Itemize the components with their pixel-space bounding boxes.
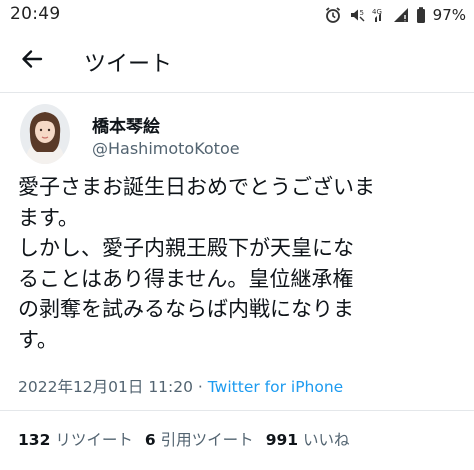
- mute-vibrate-icon: 5: [348, 6, 366, 24]
- arrow-left-icon: [21, 49, 43, 73]
- header-divider: [0, 92, 474, 93]
- tweet-text-line: ます。: [18, 205, 79, 230]
- likes-label: いいね: [303, 431, 350, 449]
- quote-tweets-label: 引用ツイート: [160, 431, 254, 449]
- tweet-source-link[interactable]: Twitter for iPhone: [208, 378, 343, 396]
- avatar[interactable]: [20, 104, 70, 164]
- retweets-count: 132: [18, 431, 51, 449]
- tweet-text-line: す。: [18, 327, 58, 352]
- tweet-text: 愛子さまお誕生日おめでとうございま ます。 しかし、愛子内親王殿下が天皇にな る…: [18, 172, 468, 355]
- status-bar: 20:49 5 4G 97%: [0, 0, 474, 30]
- tweet-stats: 132 リツイート 6 引用ツイート 991 いいね: [18, 428, 362, 450]
- tweet-timestamp[interactable]: 2022年12月01日 11:20: [18, 378, 193, 396]
- tweet-text-line: の剥奪を試みるならば内戦になりま: [18, 297, 354, 321]
- back-button[interactable]: [14, 46, 50, 76]
- retweets-label: リツイート: [55, 431, 133, 449]
- status-time: 20:49: [10, 4, 61, 24]
- tweet-text-line: しかし、愛子内親王殿下が天皇にな: [18, 236, 354, 260]
- meta-separator: ·: [193, 378, 208, 396]
- display-name[interactable]: 橋本琴絵: [92, 112, 160, 137]
- meta-divider: [0, 410, 474, 411]
- battery-icon: [416, 6, 426, 24]
- user-handle[interactable]: @HashimotoKotoe: [92, 139, 240, 158]
- alarm-icon: [324, 6, 342, 24]
- wifi-icon: 4G: [372, 6, 386, 24]
- signal-icon: [392, 6, 410, 24]
- tweet-meta: 2022年12月01日 11:20 · Twitter for iPhone: [18, 375, 343, 397]
- status-icons: 5 4G 97%: [324, 3, 466, 27]
- app-header: ツイート: [0, 36, 474, 86]
- likes-count: 991: [265, 431, 299, 449]
- page-title: ツイート: [84, 52, 173, 77]
- retweets-stat[interactable]: 132 リツイート: [18, 428, 133, 450]
- battery-percent: 97%: [432, 6, 466, 24]
- svg-text:5: 5: [359, 9, 363, 17]
- quote-tweets-count: 6: [144, 431, 156, 449]
- likes-stat[interactable]: 991 いいね: [266, 428, 350, 450]
- tweet-text-line: ることはあり得ません。皇位継承権: [18, 266, 354, 291]
- quote-tweets-stat[interactable]: 6 引用ツイート: [145, 428, 254, 450]
- tweet-text-line: 愛子さまお誕生日おめでとうございま: [18, 175, 375, 199]
